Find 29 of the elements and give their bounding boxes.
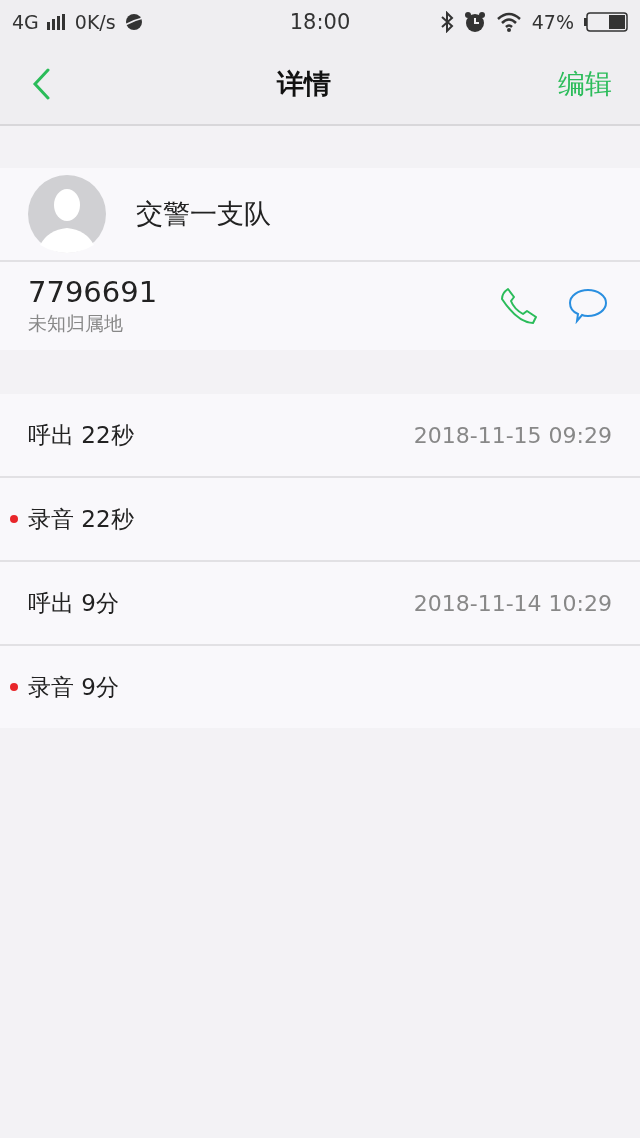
wifi-icon <box>495 12 522 32</box>
battery-icon <box>584 12 628 32</box>
planet-icon <box>123 12 144 32</box>
call-time: 2018-11-14 10:29 <box>413 590 612 616</box>
bluetooth-icon <box>439 11 454 33</box>
alarm-icon <box>463 11 486 33</box>
battery-label: 47% <box>531 11 574 33</box>
chevron-left-icon <box>32 68 50 100</box>
back-button[interactable] <box>32 68 50 100</box>
speech-bubble-icon <box>568 288 608 324</box>
speed-label: 0K/s <box>74 11 116 33</box>
location-label: 未知归属地 <box>28 311 124 336</box>
signal-icon <box>46 14 67 30</box>
recording-label: 录音 22秒 <box>28 504 135 534</box>
edit-button[interactable]: 编辑 <box>558 66 612 102</box>
contact-name: 交警一支队 <box>136 197 271 231</box>
call-label: 呼出 22秒 <box>28 420 135 450</box>
recording-label: 录音 9分 <box>28 672 120 702</box>
call-label: 呼出 9分 <box>28 588 120 618</box>
page-title: 详情 <box>277 67 331 101</box>
call-time: 2018-11-15 09:29 <box>413 422 612 448</box>
phone-icon <box>500 287 538 325</box>
message-button[interactable] <box>568 288 608 324</box>
recording-dot <box>10 515 18 523</box>
network-label: 4G <box>12 11 39 33</box>
phone-number: 7796691 <box>28 275 159 309</box>
call-button[interactable] <box>500 287 538 325</box>
recording-dot <box>10 683 18 691</box>
clock: 18:00 <box>289 10 351 34</box>
